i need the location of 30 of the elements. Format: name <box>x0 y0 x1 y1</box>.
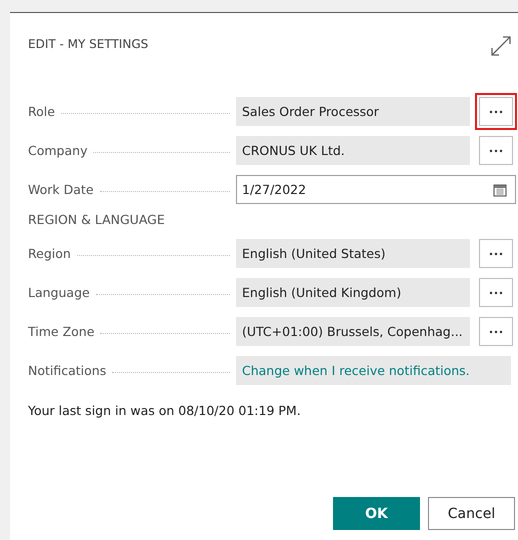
lookup-field[interactable]: Sales Order Processor <box>236 97 470 126</box>
last-sign-in-text: Your last sign in was on 08/10/20 01:19 PM. <box>28 403 302 418</box>
date-field[interactable]: 1/27/2022 <box>236 175 516 204</box>
lookup-field[interactable]: English (United Kingdom) <box>236 278 470 307</box>
field-label: Company <box>28 143 88 158</box>
field-label: Time Zone <box>28 324 96 339</box>
ok-button[interactable]: OK <box>333 497 420 530</box>
field-label: Language <box>28 285 91 300</box>
expand-icon[interactable] <box>490 35 512 57</box>
calendar-icon[interactable] <box>493 182 507 196</box>
more-icon <box>489 330 503 334</box>
section-heading: REGION & LANGUAGE <box>28 212 166 229</box>
field-label: Region <box>28 246 72 261</box>
ellipsis-button[interactable] <box>479 239 513 268</box>
dialog-title: EDIT - MY SETTINGS <box>28 37 148 51</box>
more-icon <box>489 252 503 256</box>
cancel-button[interactable]: Cancel <box>428 497 515 530</box>
ellipsis-button[interactable] <box>479 317 513 346</box>
notifications-link[interactable]: Change when I receive notifications. <box>242 363 470 378</box>
lookup-field[interactable]: (UTC+01:00) Brussels, Copenhag... <box>236 317 470 346</box>
field-label: Role <box>28 104 56 119</box>
more-icon <box>489 148 503 152</box>
lookup-field[interactable]: CRONUS UK Ltd. <box>236 136 470 165</box>
field-label: Work Date <box>28 182 95 197</box>
lookup-field[interactable]: English (United States) <box>236 239 470 268</box>
ellipsis-button[interactable] <box>479 136 513 165</box>
field-label: Notifications <box>28 363 108 378</box>
ellipsis-button[interactable] <box>479 278 513 307</box>
more-icon <box>489 110 503 114</box>
more-icon <box>489 290 503 294</box>
